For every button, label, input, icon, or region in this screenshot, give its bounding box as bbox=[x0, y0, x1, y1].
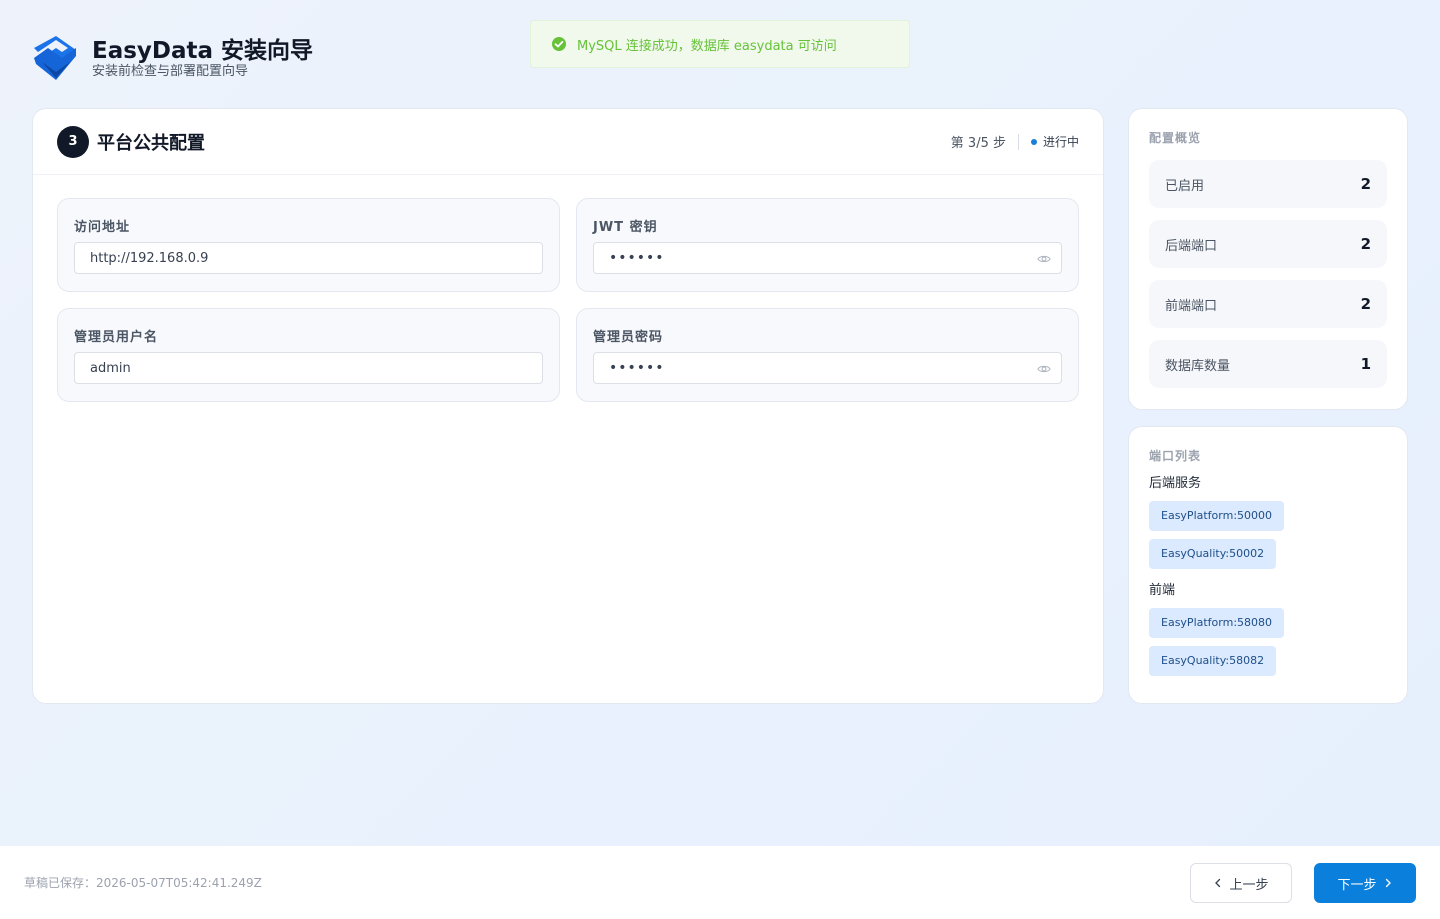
admin-password-input[interactable]: •••••• bbox=[593, 352, 1062, 384]
port-tag: EasyQuality:50002 bbox=[1149, 539, 1277, 569]
admin-username-input[interactable]: admin bbox=[74, 352, 543, 384]
chevron-left-icon bbox=[1215, 878, 1221, 888]
eye-icon[interactable] bbox=[1037, 252, 1051, 266]
port-tag: EasyQuality:58082 bbox=[1149, 646, 1277, 676]
backend-group-label: 后端服务 bbox=[1149, 476, 1202, 491]
overview-title: 配置概览 bbox=[1149, 131, 1202, 145]
draft-saved-status: 草稿已保存：2026-05-07T05:42:41.249Z bbox=[24, 876, 262, 890]
port-tag: EasyPlatform:58080 bbox=[1149, 608, 1285, 638]
stat-enabled: 已启用 2 bbox=[1149, 160, 1387, 208]
jwt-secret-field: JWT 密钥 •••••• bbox=[576, 198, 1079, 292]
input-value: http://192.168.0.9 bbox=[90, 250, 209, 266]
step-card: 3 平台公共配置 第 3/5 步 进行中 访问地址 http://192.168… bbox=[32, 108, 1104, 704]
input-value: •••••• bbox=[609, 250, 665, 266]
stat-value: 2 bbox=[1360, 295, 1371, 313]
previous-step-label: 上一步 bbox=[1229, 877, 1269, 893]
step-header: 3 平台公共配置 第 3/5 步 进行中 bbox=[33, 109, 1103, 175]
field-label: JWT 密钥 bbox=[593, 220, 658, 235]
step-progress: 第 3/5 步 bbox=[950, 136, 1006, 151]
status-dot-icon bbox=[1030, 138, 1037, 145]
stat-value: 1 bbox=[1360, 355, 1371, 373]
stat-label: 已启用 bbox=[1165, 178, 1205, 194]
stat-label: 数据库数量 bbox=[1165, 358, 1231, 374]
port-tag: EasyPlatform:50000 bbox=[1149, 501, 1285, 531]
toast-message: MySQL 连接成功，数据库 easydata 可访问 bbox=[577, 38, 837, 54]
divider bbox=[1017, 133, 1019, 150]
jwt-secret-input[interactable]: •••••• bbox=[593, 242, 1062, 274]
stat-frontend-ports: 前端端口 2 bbox=[1149, 280, 1387, 328]
admin-username-field: 管理员用户名 admin bbox=[57, 308, 560, 402]
input-value: •••••• bbox=[609, 360, 665, 376]
chevron-right-icon bbox=[1385, 878, 1391, 888]
field-label: 访问地址 bbox=[74, 220, 131, 235]
brand: EasyData 安装向导 安装前检查与部署配置向导 bbox=[32, 34, 313, 82]
admin-password-field: 管理员密码 •••••• bbox=[576, 308, 1079, 402]
ports-title: 端口列表 bbox=[1149, 449, 1202, 463]
port-list-panel: 端口列表 后端服务 EasyPlatform:50000 EasyQuality… bbox=[1128, 426, 1408, 704]
easydata-logo-icon bbox=[34, 36, 76, 80]
stat-label: 后端端口 bbox=[1165, 238, 1218, 254]
success-toast: MySQL 连接成功，数据库 easydata 可访问 bbox=[530, 20, 910, 68]
step-status: 进行中 bbox=[1042, 135, 1079, 149]
eye-icon[interactable] bbox=[1037, 362, 1051, 376]
step-title: 平台公共配置 bbox=[97, 132, 205, 154]
config-overview-panel: 配置概览 已启用 2 后端端口 2 前端端口 2 数据库数量 1 bbox=[1128, 108, 1408, 410]
check-circle-icon bbox=[552, 37, 566, 51]
frontend-group-label: 前端 bbox=[1149, 583, 1176, 598]
app-subtitle: 安装前检查与部署配置向导 bbox=[92, 64, 249, 79]
previous-step-button[interactable]: 上一步 bbox=[1190, 863, 1292, 903]
app-title: EasyData 安装向导 bbox=[92, 38, 314, 64]
access-url-input[interactable]: http://192.168.0.9 bbox=[74, 242, 543, 274]
step-number-badge: 3 bbox=[57, 125, 89, 158]
input-value: admin bbox=[90, 360, 131, 376]
access-url-field: 访问地址 http://192.168.0.9 bbox=[57, 198, 560, 292]
next-step-button[interactable]: 下一步 bbox=[1314, 863, 1416, 903]
stat-value: 2 bbox=[1360, 235, 1371, 253]
stat-backend-ports: 后端端口 2 bbox=[1149, 220, 1387, 268]
stat-database-count: 数据库数量 1 bbox=[1149, 340, 1387, 388]
field-label: 管理员用户名 bbox=[74, 330, 159, 345]
stat-value: 2 bbox=[1360, 175, 1371, 193]
next-step-label: 下一步 bbox=[1337, 877, 1377, 893]
field-label: 管理员密码 bbox=[593, 330, 664, 345]
stat-label: 前端端口 bbox=[1165, 298, 1218, 314]
footer-bar: 草稿已保存：2026-05-07T05:42:41.249Z 上一步 下一步 bbox=[0, 846, 1440, 919]
